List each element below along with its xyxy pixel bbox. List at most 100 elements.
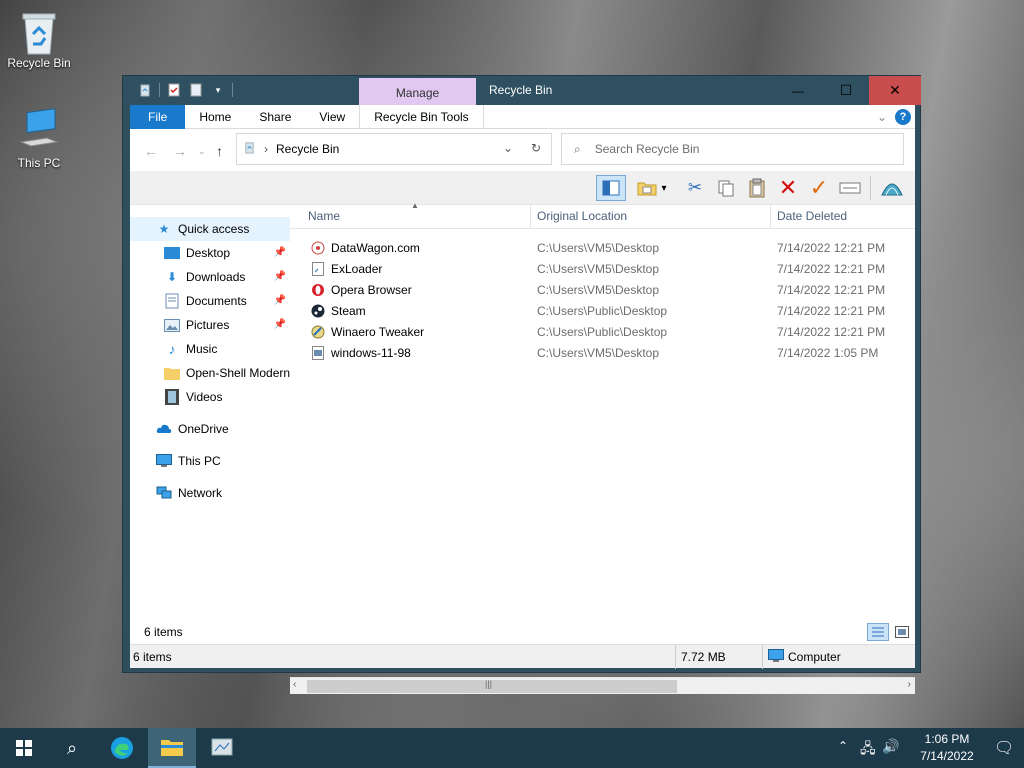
column-divider[interactable] <box>530 205 531 229</box>
taskbar-file-explorer[interactable] <box>148 728 196 768</box>
tab-manage[interactable]: Manage <box>359 78 476 105</box>
sidebar-item-label: This PC <box>178 454 221 468</box>
file-name: Opera Browser <box>331 283 412 297</box>
sidebar-item-onedrive[interactable]: OneDrive <box>130 417 290 441</box>
pin-icon[interactable]: 📌 <box>274 319 286 330</box>
scroll-right-icon[interactable]: › <box>908 679 911 690</box>
tab-share[interactable]: Share <box>245 105 305 129</box>
address-dropdown-icon[interactable]: ⌄ <box>503 141 513 155</box>
sidebar-item-label: Videos <box>186 390 223 404</box>
taskbar-app[interactable] <box>198 728 246 768</box>
address-bar[interactable]: › Recycle Bin ⌄ ↻ <box>236 133 552 165</box>
table-row[interactable]: Winaero Tweaker C:\Users\Public\Desktop … <box>290 321 915 342</box>
tab-home[interactable]: Home <box>185 105 245 129</box>
tab-recycle-bin-tools[interactable]: Recycle Bin Tools <box>359 104 484 129</box>
breadcrumb[interactable]: Recycle Bin <box>276 142 339 156</box>
tab-view[interactable]: View <box>305 105 359 129</box>
sidebar-item-pictures[interactable]: Pictures 📌 <box>130 313 290 337</box>
rename-icon[interactable] <box>838 176 862 200</box>
folder-options-icon[interactable] <box>635 176 659 200</box>
table-row[interactable]: Opera Browser C:\Users\VM5\Desktop 7/14/… <box>290 279 915 300</box>
taskbar-edge[interactable] <box>98 728 146 768</box>
network-tray-icon[interactable]: 🖧 <box>860 738 876 762</box>
recycle-bin-small-icon <box>243 141 256 157</box>
sidebar-item-videos[interactable]: Videos <box>130 385 290 409</box>
volume-icon[interactable]: 🔊 <box>882 738 899 755</box>
copy-icon[interactable] <box>714 176 738 200</box>
column-header-original-location[interactable]: Original Location <box>537 209 627 223</box>
maximize-button[interactable]: ☐ <box>823 76 869 105</box>
column-divider[interactable] <box>770 205 771 229</box>
sidebar-item-music[interactable]: ♪ Music <box>130 337 290 361</box>
paste-icon[interactable] <box>745 176 769 200</box>
scroll-left-icon[interactable]: ‹ <box>293 679 296 690</box>
computer-icon <box>768 649 784 666</box>
file-location: C:\Users\VM5\Desktop <box>537 262 660 276</box>
file-location: C:\Users\VM5\Desktop <box>537 346 660 360</box>
column-header-date-deleted[interactable]: Date Deleted <box>777 209 847 223</box>
breadcrumb-chevron-icon[interactable]: › <box>264 142 268 156</box>
separator <box>159 83 160 97</box>
help-icon[interactable]: ? <box>895 108 911 125</box>
chevron-down-icon[interactable]: ⌄ <box>877 110 887 124</box>
refresh-icon[interactable]: ↻ <box>531 141 541 155</box>
sidebar-item-this-pc[interactable]: This PC <box>130 449 290 473</box>
large-icons-view-icon[interactable] <box>893 624 911 640</box>
column-header-name[interactable]: Name <box>308 209 340 223</box>
properties-icon[interactable] <box>166 82 182 98</box>
desktop-icon-this-pc[interactable]: This PC <box>1 108 77 170</box>
table-row[interactable]: windows-11-98 C:\Users\VM5\Desktop 7/14/… <box>290 342 915 363</box>
cut-icon[interactable]: ✂ <box>683 176 707 200</box>
search-button[interactable]: ⌕ <box>48 728 96 768</box>
up-arrow-icon[interactable]: ↑ <box>216 143 223 159</box>
open-shell-icon[interactable] <box>880 176 904 200</box>
dropdown-arrow-icon[interactable]: ▾ <box>658 176 670 200</box>
checkmark-icon[interactable]: ✓ <box>807 175 831 200</box>
sidebar-item-desktop[interactable]: Desktop 📌 <box>130 241 290 265</box>
table-row[interactable]: DataWagon.com C:\Users\VM5\Desktop 7/14/… <box>290 237 915 258</box>
show-hidden-icons-icon[interactable]: ⌃ <box>838 739 848 753</box>
grip-icon: ||| <box>485 679 493 689</box>
sidebar-item-documents[interactable]: Documents 📌 <box>130 289 290 313</box>
recycle-bin-small-icon[interactable] <box>137 82 153 98</box>
back-arrow-icon[interactable]: ← <box>144 143 158 159</box>
pin-icon[interactable]: 📌 <box>274 271 286 282</box>
clock-time[interactable]: 1:06 PM <box>912 732 982 746</box>
tab-file[interactable]: File <box>130 104 186 129</box>
start-button[interactable] <box>0 728 48 768</box>
desktop-icon-label: This PC <box>17 156 61 170</box>
close-icon: ✕ <box>889 82 901 98</box>
minimize-button[interactable]: — <box>775 76 821 105</box>
status-zone: Computer <box>788 650 841 664</box>
sidebar-item-network[interactable]: Network <box>130 481 290 505</box>
table-row[interactable]: ExLoader C:\Users\VM5\Desktop 7/14/2022 … <box>290 258 915 279</box>
customize-qat-icon[interactable]: ▾ <box>210 82 226 98</box>
recent-locations-icon[interactable]: ⌄ <box>198 146 206 157</box>
sidebar-item-label: Open-Shell Modern <box>186 366 290 380</box>
search-input[interactable]: ⌕ Search Recycle Bin <box>561 133 904 165</box>
sidebar-item-label: Downloads <box>186 270 246 284</box>
new-folder-icon[interactable] <box>188 82 204 98</box>
sidebar-item-quick-access[interactable]: ★ Quick access <box>130 217 290 241</box>
sidebar-item-open-shell-modern[interactable]: Open-Shell Modern <box>130 361 290 385</box>
status-size: 7.72 MB <box>681 650 726 664</box>
horizontal-scrollbar[interactable]: ‹ ||| › <box>290 677 915 694</box>
title-bar[interactable]: ▾ Manage Recycle Bin — ☐ ✕ <box>123 76 921 105</box>
explorer-window: ▾ Manage Recycle Bin — ☐ ✕ File Home Sha… <box>122 75 921 694</box>
desktop-icon-recycle-bin[interactable]: Recycle Bin <box>1 8 77 70</box>
scrollbar-thumb[interactable]: ||| <box>307 679 677 693</box>
notifications-icon[interactable]: 🗨 <box>994 738 1014 758</box>
pin-icon[interactable]: 📌 <box>274 247 286 258</box>
sidebar-item-downloads[interactable]: ⬇ Downloads 📌 <box>130 265 290 289</box>
sidebar-item-label: Documents <box>186 294 247 308</box>
file-date: 7/14/2022 1:05 PM <box>777 346 879 360</box>
clock-date[interactable]: 7/14/2022 <box>912 749 982 763</box>
delete-icon[interactable]: ✕ <box>776 175 800 200</box>
table-row[interactable]: Steam C:\Users\Public\Desktop 7/14/2022 … <box>290 300 915 321</box>
close-button[interactable]: ✕ <box>869 76 921 105</box>
preview-pane-icon[interactable] <box>596 175 626 201</box>
details-view-icon[interactable] <box>867 623 889 641</box>
sort-indicator-icon: ▲ <box>411 201 419 210</box>
forward-arrow-icon[interactable]: → <box>173 143 187 159</box>
pin-icon[interactable]: 📌 <box>274 295 286 306</box>
